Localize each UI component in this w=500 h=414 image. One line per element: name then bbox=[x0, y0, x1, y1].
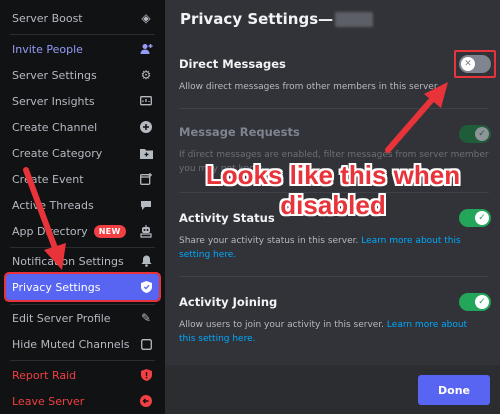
bell-icon bbox=[139, 254, 153, 268]
done-button[interactable]: Done bbox=[418, 375, 490, 405]
menu-item-leave-server[interactable]: Leave Server bbox=[6, 388, 159, 414]
menu-item-server-settings[interactable]: Server Settings ⚙ bbox=[6, 62, 159, 88]
check-icon: ✓ bbox=[475, 295, 489, 309]
menu-item-label: Create Channel bbox=[12, 120, 98, 134]
page-title: Privacy Settings— bbox=[180, 10, 374, 28]
direct-messages-desc: Allow direct messages from other members… bbox=[179, 82, 440, 92]
add-person-icon bbox=[139, 42, 153, 56]
menu-item-label: Server Boost bbox=[12, 11, 83, 25]
menu-item-create-channel[interactable]: Create Channel bbox=[6, 114, 159, 140]
menu-item-active-threads[interactable]: Active Threads bbox=[6, 192, 159, 218]
menu-item-edit-server-profile[interactable]: Edit Server Profile ✎ bbox=[6, 305, 159, 331]
menu-item-privacy-settings[interactable]: Privacy Settings bbox=[4, 272, 161, 302]
menu-item-server-boost[interactable]: Server Boost ◈ bbox=[6, 5, 159, 31]
direct-messages-title: Direct Messages bbox=[179, 57, 286, 71]
menu-item-server-insights[interactable]: Server Insights bbox=[6, 88, 159, 114]
menu-item-label: App Directory bbox=[12, 224, 88, 238]
plus-circle-icon bbox=[139, 120, 153, 134]
direct-messages-toggle[interactable]: ✕ bbox=[459, 55, 491, 73]
menu-item-label: Create Category bbox=[12, 146, 103, 160]
menu-item-create-category[interactable]: Create Category bbox=[6, 140, 159, 166]
menu-item-report-raid[interactable]: Report Raid bbox=[6, 362, 159, 388]
leave-icon bbox=[139, 394, 153, 408]
section-divider bbox=[179, 108, 489, 109]
menu-item-label: Server Insights bbox=[12, 94, 95, 108]
redacted-server-name bbox=[335, 12, 374, 27]
menu-item-label: Server Settings bbox=[12, 68, 97, 82]
activity-status-desc: Share your activity status in this serve… bbox=[179, 234, 479, 262]
shield-alert-icon bbox=[139, 368, 153, 382]
menu-item-label: Report Raid bbox=[12, 368, 77, 382]
menu-item-label-wrap: App Directory NEW bbox=[12, 224, 139, 238]
menu-item-label: Create Event bbox=[12, 172, 84, 186]
message-requests-toggle: ✓ bbox=[459, 125, 491, 143]
x-icon: ✕ bbox=[461, 57, 475, 71]
insights-icon bbox=[139, 94, 153, 108]
menu-item-label: Notification Settings bbox=[12, 254, 124, 268]
server-menu: Server Boost ◈ Invite People Server Sett… bbox=[0, 0, 165, 414]
shield-icon bbox=[139, 280, 153, 294]
section-divider bbox=[179, 276, 489, 277]
menu-item-label: Active Threads bbox=[12, 198, 94, 212]
robot-icon bbox=[139, 224, 153, 238]
boost-gem-icon: ◈ bbox=[141, 11, 151, 25]
check-icon: ✓ bbox=[475, 127, 489, 141]
activity-joining-desc-text: Allow users to join your activity in thi… bbox=[179, 320, 385, 330]
activity-joining-toggle[interactable]: ✓ bbox=[459, 293, 491, 311]
menu-item-hide-muted-channels[interactable]: Hide Muted Channels bbox=[6, 331, 159, 357]
menu-item-notification-settings[interactable]: Notification Settings bbox=[6, 248, 159, 274]
folder-plus-icon bbox=[139, 146, 153, 160]
menu-item-invite-people[interactable]: Invite People bbox=[6, 36, 159, 62]
menu-item-label: Hide Muted Channels bbox=[12, 337, 130, 351]
gear-icon: ⚙ bbox=[140, 68, 152, 82]
menu-item-label: Invite People bbox=[12, 42, 83, 56]
checkbox-icon bbox=[139, 337, 153, 351]
activity-joining-desc: Allow users to join your activity in thi… bbox=[179, 318, 479, 346]
menu-item-label: Edit Server Profile bbox=[12, 311, 111, 325]
menu-item-label: Privacy Settings bbox=[12, 280, 101, 294]
new-badge: NEW bbox=[93, 224, 126, 238]
message-requests-title: Message Requests bbox=[179, 125, 300, 139]
settings-footer: Done bbox=[165, 365, 500, 414]
menu-item-app-directory[interactable]: App Directory NEW bbox=[6, 218, 159, 244]
menu-item-create-event[interactable]: Create Event bbox=[6, 166, 159, 192]
annotation-callout: Looks like this when disabled bbox=[205, 160, 461, 220]
calendar-plus-icon bbox=[139, 172, 153, 186]
menu-item-label: Leave Server bbox=[12, 394, 85, 408]
activity-joining-title: Activity Joining bbox=[179, 295, 278, 309]
menu-divider bbox=[10, 360, 155, 361]
page-title-text: Privacy Settings— bbox=[180, 10, 334, 28]
activity-status-desc-text: Share your activity status in this serve… bbox=[179, 236, 359, 246]
pencil-icon: ✎ bbox=[140, 311, 152, 325]
menu-divider bbox=[10, 34, 155, 35]
threads-icon bbox=[139, 198, 153, 212]
